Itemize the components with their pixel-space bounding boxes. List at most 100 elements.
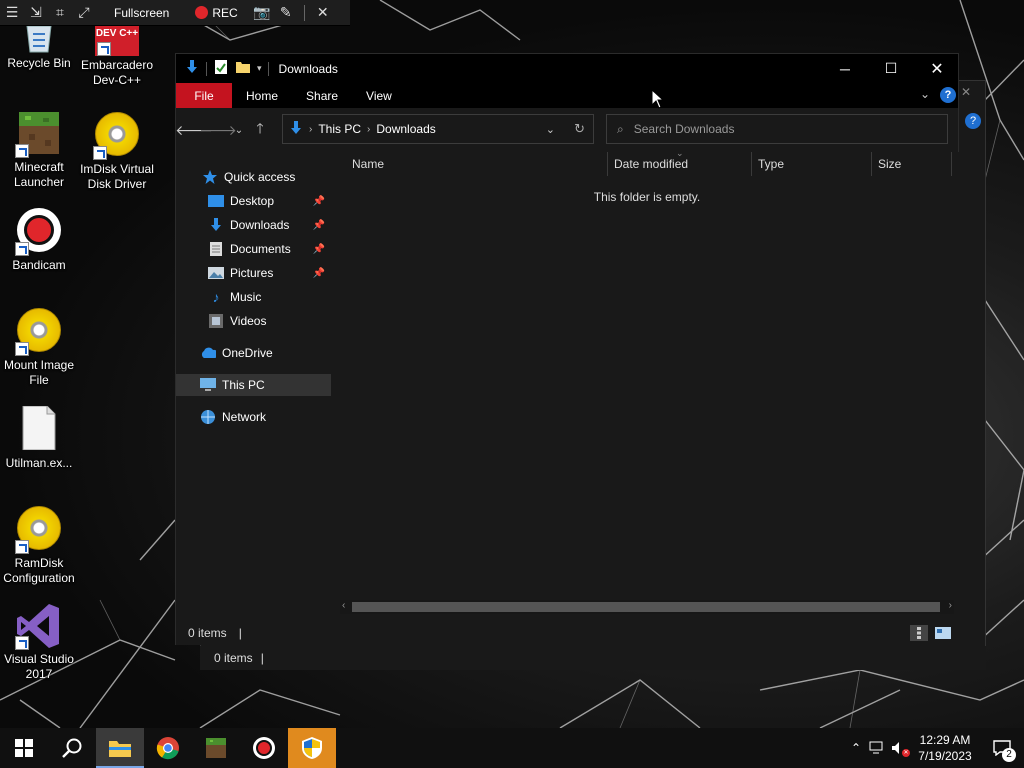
close-icon[interactable]: ✕ [311, 0, 335, 26]
search-icon [62, 738, 82, 758]
desktop-icon-imdisk[interactable]: ImDisk Virtual Disk Driver [78, 110, 156, 192]
help-icon[interactable]: ? [940, 87, 956, 103]
disc-icon [15, 506, 63, 554]
taskbar-file-explorer[interactable] [96, 728, 144, 768]
video-icon [208, 314, 224, 328]
pencil-icon[interactable]: ✎ [274, 0, 298, 26]
document-icon [208, 242, 224, 256]
search-placeholder: Search Downloads [633, 122, 735, 136]
chrome-icon [156, 737, 179, 760]
tab-home[interactable]: Home [232, 83, 292, 108]
address-dropdown-icon[interactable]: ⌄ [546, 123, 555, 136]
expand-ribbon-icon[interactable]: ⌄ [920, 87, 930, 101]
disc-icon [15, 308, 63, 356]
computer-icon [200, 378, 216, 392]
desktop-icon-mount-image[interactable]: Mount Image File [0, 306, 78, 388]
desktop-icon-bandicam[interactable]: Bandicam [0, 208, 78, 273]
nav-item-downloads[interactable]: Downloads 📌 [176, 214, 331, 236]
scroll-left-icon[interactable]: ‹ [342, 600, 345, 611]
taskbar-chrome[interactable] [144, 728, 192, 768]
tab-share[interactable]: Share [292, 83, 352, 108]
nav-item-label: Quick access [224, 170, 296, 184]
maximize-button[interactable]: ☐ [868, 54, 914, 83]
taskbar-minecraft[interactable] [192, 728, 240, 768]
nav-item-quick-access[interactable]: Quick access [176, 166, 331, 188]
pin-icon[interactable]: 📌 [313, 196, 325, 207]
column-type[interactable]: Type [752, 152, 872, 176]
nav-item-documents[interactable]: Documents 📌 [176, 238, 331, 260]
new-folder-icon[interactable] [235, 59, 251, 78]
network-icon[interactable] [866, 741, 888, 755]
column-headers: Name ⌄ Date modified Type Size [334, 148, 960, 176]
desktop-icon-label: Mount Image File [3, 358, 75, 387]
minecraft-icon [206, 738, 226, 758]
nav-item-videos[interactable]: Videos [176, 310, 331, 332]
toolbar-divider [267, 61, 269, 76]
scrollbar-thumb[interactable] [352, 602, 940, 612]
nav-item-this-pc[interactable]: This PC [176, 374, 331, 396]
desktop-icon-utilman[interactable]: Utilman.ex... [0, 405, 78, 471]
camera-icon[interactable]: 📷 [250, 0, 274, 26]
nav-item-onedrive[interactable]: OneDrive [176, 342, 331, 364]
column-size[interactable]: Size [872, 152, 952, 176]
column-date-modified[interactable]: Date modified [608, 152, 752, 176]
forward-arrow-icon[interactable]: 🡒 [199, 118, 237, 142]
desktop-icon-visual-studio[interactable]: Visual Studio 2017 [0, 602, 78, 682]
nav-item-network[interactable]: Network [176, 406, 331, 428]
system-tray: ⌃ ✕ 12:29 AM 7/19/2023 2 [846, 728, 1024, 768]
search-input[interactable]: ⌕ Search Downloads [606, 114, 948, 144]
star-icon [202, 170, 218, 184]
desktop-icon-label: Utilman.ex... [5, 456, 73, 470]
details-view-icon[interactable] [910, 625, 928, 641]
refresh-icon[interactable]: ↻ [574, 121, 585, 137]
tab-view[interactable]: View [352, 83, 406, 108]
nav-item-desktop[interactable]: Desktop 📌 [176, 190, 331, 212]
desktop-icon-dev-cpp[interactable]: DEV C++ Embarcadero Dev-C++ [78, 26, 156, 88]
search-button[interactable] [48, 728, 96, 768]
close-icon[interactable]: ✕ [961, 85, 971, 99]
nav-item-music[interactable]: ♪ Music [176, 286, 331, 308]
desktop-icon-ramdisk[interactable]: RamDisk Configuration [0, 504, 78, 586]
record-button[interactable]: REC [212, 6, 237, 20]
record-dot-icon[interactable] [195, 6, 209, 19]
region-select-icon[interactable]: ⌗ [48, 0, 72, 26]
volume-muted-icon[interactable]: ✕ [888, 741, 910, 757]
clock[interactable]: 12:29 AM 7/19/2023 [910, 732, 980, 764]
nav-item-pictures[interactable]: Pictures 📌 [176, 262, 331, 284]
security-shield-icon [302, 737, 322, 759]
address-bar[interactable]: › This PC › Downloads ⌄ ↻ [282, 114, 594, 144]
network-icon [200, 410, 216, 424]
menu-icon[interactable]: ☰ [0, 0, 24, 26]
taskbar-bandicam[interactable] [240, 728, 288, 768]
pin-icon[interactable]: 📌 [313, 268, 325, 279]
tab-file[interactable]: File [176, 83, 232, 108]
resize-icon[interactable]: ⤢ [72, 0, 96, 26]
large-icons-view-icon[interactable] [934, 625, 952, 641]
close-button[interactable]: ✕ [914, 54, 960, 83]
scroll-right-icon[interactable]: › [949, 600, 952, 611]
customize-toolbar-icon[interactable]: ▾ [257, 63, 262, 74]
desktop-icon-minecraft[interactable]: Minecraft Launcher [0, 110, 78, 190]
shrink-icon[interactable]: ⇲ [24, 0, 48, 26]
capture-mode-label[interactable]: Fullscreen [114, 6, 169, 20]
desktop-icon-label: Embarcadero Dev-C++ [80, 58, 154, 87]
properties-icon[interactable] [213, 59, 229, 78]
recent-locations-icon[interactable]: ⌄ [230, 118, 248, 142]
up-arrow-icon[interactable]: 🡑 [248, 118, 272, 142]
download-arrow-icon [289, 120, 303, 139]
recycle-bin-icon [15, 25, 63, 54]
pin-icon[interactable]: 📌 [313, 220, 325, 231]
help-icon[interactable]: ? [965, 113, 981, 129]
start-button[interactable] [0, 728, 48, 768]
breadcrumb-this-pc[interactable]: This PC [318, 122, 361, 136]
breadcrumb-downloads[interactable]: Downloads [376, 122, 435, 136]
horizontal-scrollbar[interactable]: ‹ › [340, 600, 954, 614]
picture-icon [208, 266, 224, 280]
action-center-button[interactable]: 2 [980, 728, 1024, 768]
taskbar-security-prompt[interactable] [288, 728, 336, 768]
show-hidden-icons-icon[interactable]: ⌃ [846, 741, 866, 755]
minimize-button[interactable]: ─ [822, 54, 868, 83]
pin-icon[interactable]: 📌 [313, 244, 325, 255]
column-name[interactable]: Name [346, 152, 608, 176]
desktop-icon-recycle-bin[interactable]: Recycle Bin [0, 25, 78, 71]
